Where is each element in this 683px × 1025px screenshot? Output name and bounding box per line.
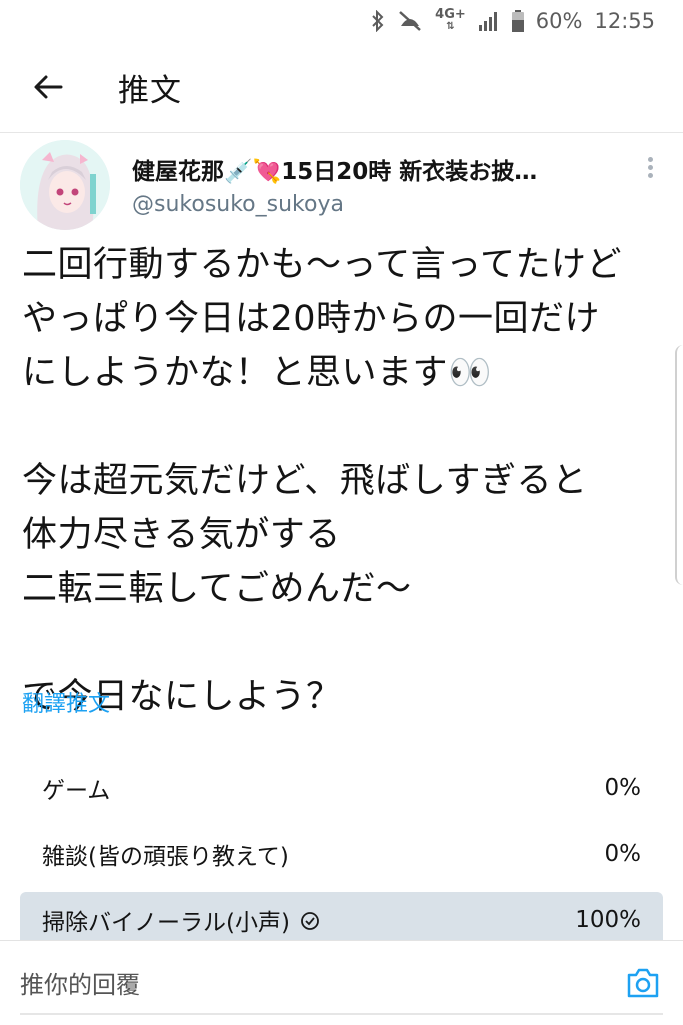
camera-icon <box>627 968 659 998</box>
poll-option: ゲーム 0% <box>20 760 663 816</box>
tweet-header: 健屋花那💉💘15日20時 新衣装お披… @sukosuko_sukoya <box>20 140 680 230</box>
network-indicator: 4G+ ⇅ <box>435 7 466 32</box>
status-bar: 4G+ ⇅ 60% 12:55 <box>0 0 683 42</box>
poll-option-label-text: 掃除バイノーラル(小声) <box>42 910 290 936</box>
camera-button[interactable] <box>626 967 660 999</box>
poll-option-label: ゲーム <box>42 778 111 804</box>
poll: ゲーム 0% 雑談(皆の頑張り教えて) 0% 掃除バイノーラル(小声) 100% <box>20 760 663 958</box>
more-options-button[interactable] <box>635 154 665 184</box>
poll-option-percent: 0% <box>604 775 642 801</box>
translate-tweet-link[interactable]: 翻譯推文 <box>22 686 110 718</box>
clock: 12:55 <box>594 9 655 33</box>
poll-option: 雑談(皆の頑張り教えて) 0% <box>20 826 663 882</box>
battery-percentage: 60% <box>535 9 583 33</box>
author-handle[interactable]: @sukosuko_sukoya <box>132 192 344 217</box>
battery-icon <box>511 10 524 32</box>
mute-icon <box>397 10 423 32</box>
poll-option-label: 雑談(皆の頑張り教えて) <box>42 844 289 870</box>
reply-underline <box>20 1013 663 1015</box>
edge-panel-handle[interactable] <box>675 345 683 585</box>
poll-option-label: 掃除バイノーラル(小声) <box>42 903 320 937</box>
author-name[interactable]: 健屋花那💉💘15日20時 新衣装お披… <box>132 152 602 186</box>
poll-option-percent: 100% <box>575 907 641 933</box>
app-bar: 推文 <box>0 42 683 133</box>
reply-bar: 推你的回覆 <box>0 940 683 1025</box>
network-type: 4G+ <box>435 7 466 22</box>
check-circle-icon <box>300 911 320 937</box>
back-arrow-icon <box>34 75 63 99</box>
more-vertical-icon <box>635 157 665 178</box>
signal-icon <box>478 11 500 31</box>
avatar[interactable] <box>20 140 110 230</box>
back-button[interactable] <box>28 67 68 107</box>
poll-option-percent: 0% <box>604 841 642 867</box>
page-title: 推文 <box>118 72 182 109</box>
bluetooth-icon <box>371 10 385 32</box>
reply-input[interactable]: 推你的回覆 <box>20 955 610 1009</box>
tweet-text: 二回行動するかも〜って言ってたけど やっぱり今日は20時からの一回だけ にしよう… <box>22 245 623 717</box>
